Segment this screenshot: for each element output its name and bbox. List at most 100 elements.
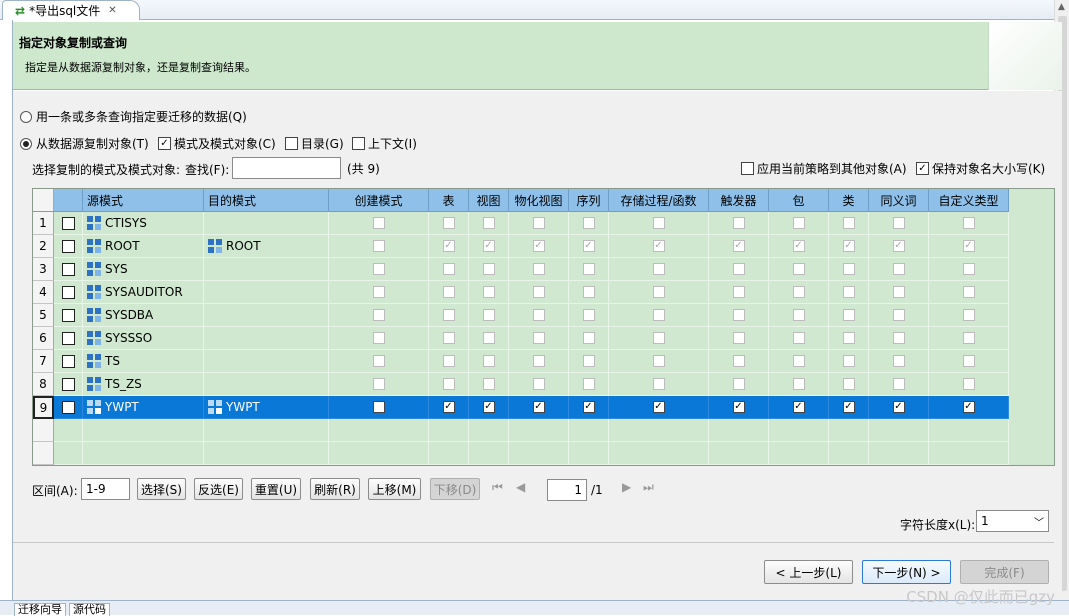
object-type-checkbox[interactable] (892, 217, 905, 229)
object-type-checkbox[interactable]: ✓ (652, 240, 665, 252)
object-type-checkbox[interactable] (532, 263, 545, 275)
object-type-checkbox[interactable]: ✓ (532, 240, 545, 252)
object-type-checkbox[interactable] (962, 286, 975, 298)
query-radio[interactable]: 用一条或多条查询指定要迁移的数据(Q) (20, 108, 247, 125)
row-checkbox[interactable] (61, 239, 75, 253)
catalog-checkbox[interactable]: 目录(G) (285, 135, 344, 152)
object-type-checkbox[interactable]: ✓ (962, 240, 975, 252)
object-type-checkbox[interactable] (792, 286, 805, 298)
table-row[interactable]: 4 SYSAUDITOR (33, 281, 1054, 304)
select-button[interactable]: 选择(S) (137, 478, 186, 500)
object-type-checkbox[interactable] (842, 332, 855, 344)
row-checkbox[interactable] (61, 377, 75, 391)
object-type-checkbox[interactable] (532, 378, 545, 390)
object-type-checkbox[interactable] (482, 217, 495, 229)
object-type-checkbox[interactable] (372, 240, 385, 252)
strlen-select[interactable]: 1 ﹀ (976, 510, 1049, 532)
object-type-checkbox[interactable] (582, 332, 595, 344)
column-header[interactable]: 源模式 (83, 189, 204, 212)
object-type-checkbox[interactable] (482, 263, 495, 275)
object-type-checkbox[interactable]: ✓ (842, 240, 855, 252)
object-type-checkbox[interactable] (482, 332, 495, 344)
reset-button[interactable]: 重置(U) (251, 478, 301, 500)
tab-source-code[interactable]: 源代码 (69, 603, 110, 616)
object-type-checkbox[interactable]: ✓ (482, 401, 495, 413)
table-row[interactable] (33, 419, 1054, 442)
table-row[interactable]: 1 CTISYS (33, 212, 1054, 235)
object-type-checkbox[interactable] (842, 217, 855, 229)
object-type-checkbox[interactable] (532, 332, 545, 344)
table-row[interactable]: 8 TS_ZS (33, 373, 1054, 396)
range-input[interactable]: 1-9 (81, 478, 130, 500)
column-header[interactable]: 目的模式 (204, 189, 329, 212)
row-checkbox[interactable] (61, 262, 75, 276)
object-type-checkbox[interactable] (442, 355, 455, 367)
object-type-checkbox[interactable] (892, 332, 905, 344)
tab-migration-wizard[interactable]: 迁移向导 (14, 603, 66, 616)
object-type-checkbox[interactable] (842, 309, 855, 321)
object-type-checkbox[interactable] (582, 309, 595, 321)
object-type-checkbox[interactable] (962, 355, 975, 367)
schema-objects-checkbox[interactable]: ✓ 模式及模式对象(C) (158, 135, 276, 152)
object-type-checkbox[interactable] (442, 309, 455, 321)
object-type-checkbox[interactable] (892, 263, 905, 275)
object-type-checkbox[interactable] (652, 355, 665, 367)
column-header[interactable]: 表 (429, 189, 469, 212)
object-type-checkbox[interactable]: ✓ (892, 240, 905, 252)
table-row[interactable]: 6 SYSSSO (33, 327, 1054, 350)
object-type-checkbox[interactable] (442, 332, 455, 344)
checkbox[interactable]: ✓ (158, 137, 171, 150)
find-input[interactable] (232, 157, 341, 179)
object-type-checkbox[interactable] (442, 263, 455, 275)
object-type-checkbox[interactable] (582, 217, 595, 229)
move-down-button[interactable]: 下移(D) (430, 478, 480, 500)
apply-policy-checkbox[interactable]: 应用当前策略到其他对象(A) (741, 160, 907, 177)
object-type-checkbox[interactable] (962, 378, 975, 390)
scroll-up-icon[interactable]: ▲ (1058, 2, 1065, 12)
object-type-checkbox[interactable]: ✓ (732, 240, 745, 252)
object-type-checkbox[interactable]: ✓ (482, 240, 495, 252)
object-type-checkbox[interactable] (962, 332, 975, 344)
object-type-checkbox[interactable]: ✓ (792, 401, 805, 413)
next-page-icon[interactable]: ▶ (622, 480, 631, 494)
object-type-checkbox[interactable] (842, 378, 855, 390)
refresh-button[interactable]: 刷新(R) (310, 478, 360, 500)
object-type-checkbox[interactable]: ✓ (962, 401, 975, 413)
last-page-icon[interactable]: ⏭ (643, 480, 654, 495)
object-type-checkbox[interactable] (372, 401, 385, 413)
first-page-icon[interactable]: ⏮ (492, 480, 503, 495)
table-row[interactable]: 7 TS (33, 350, 1054, 373)
object-type-checkbox[interactable] (372, 217, 385, 229)
object-type-checkbox[interactable] (442, 286, 455, 298)
object-type-checkbox[interactable] (372, 309, 385, 321)
row-checkbox[interactable] (61, 308, 75, 322)
object-type-checkbox[interactable] (582, 286, 595, 298)
object-type-checkbox[interactable] (962, 263, 975, 275)
object-type-checkbox[interactable] (652, 217, 665, 229)
object-type-checkbox[interactable]: ✓ (732, 401, 745, 413)
object-type-checkbox[interactable] (372, 378, 385, 390)
object-type-checkbox[interactable] (792, 217, 805, 229)
move-up-button[interactable]: 上移(M) (368, 478, 421, 500)
checkbox[interactable]: ✓ (916, 162, 929, 175)
row-checkbox[interactable]: ✓ (61, 400, 75, 414)
object-type-checkbox[interactable] (892, 286, 905, 298)
object-type-checkbox[interactable] (732, 263, 745, 275)
object-type-checkbox[interactable] (792, 309, 805, 321)
object-type-checkbox[interactable] (482, 355, 495, 367)
checkbox[interactable] (352, 137, 365, 150)
row-checkbox[interactable] (61, 216, 75, 230)
radio-button-selected[interactable] (20, 137, 32, 150)
object-type-checkbox[interactable] (582, 263, 595, 275)
column-header[interactable]: 包 (769, 189, 829, 212)
object-type-checkbox[interactable] (842, 355, 855, 367)
object-type-checkbox[interactable]: ✓ (582, 240, 595, 252)
object-type-checkbox[interactable] (792, 355, 805, 367)
object-type-checkbox[interactable] (962, 217, 975, 229)
object-type-checkbox[interactable]: ✓ (842, 401, 855, 413)
object-type-checkbox[interactable] (372, 286, 385, 298)
row-checkbox[interactable] (61, 354, 75, 368)
object-type-checkbox[interactable]: ✓ (532, 401, 545, 413)
table-row[interactable] (33, 442, 1054, 465)
object-type-checkbox[interactable] (732, 378, 745, 390)
